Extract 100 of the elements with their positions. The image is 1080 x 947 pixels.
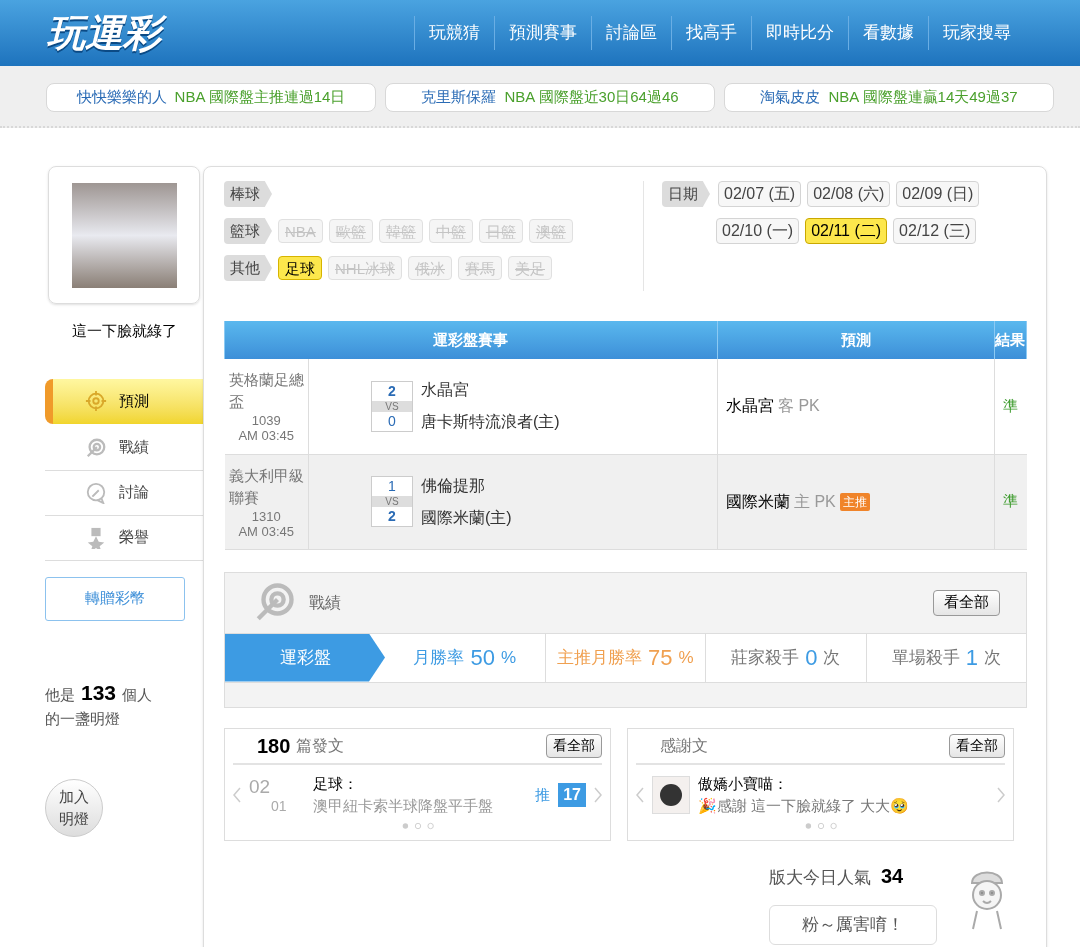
date-chip[interactable]: 02/08 (六): [807, 181, 891, 207]
post-category: 足球：: [313, 773, 359, 794]
game-time: AM 03:45: [237, 428, 296, 444]
nav-link[interactable]: 看數據: [848, 16, 928, 50]
lamp-count: 133: [81, 679, 117, 706]
versus-label: VS: [372, 400, 412, 412]
record-tab[interactable]: 運彩盤: [225, 633, 385, 682]
ticker-text: NBA 國際盤主推連過14日: [174, 87, 346, 108]
nav-link[interactable]: 玩家搜尋: [928, 16, 1025, 50]
league-name: 英格蘭足總盃: [228, 370, 304, 413]
stat-value: 1: [965, 644, 978, 672]
stat-value: 75: [647, 644, 673, 672]
pick-side: 客 PK: [777, 396, 820, 417]
chevron-left-icon[interactable]: [636, 787, 644, 803]
chevron-left-icon[interactable]: [233, 787, 241, 803]
key-pick-badge: 主推: [839, 492, 870, 511]
pick-team: 國際米蘭: [725, 491, 790, 512]
date-chip[interactable]: 02/09 (日): [896, 181, 980, 207]
stat-unit: %: [678, 646, 694, 669]
nav-link[interactable]: 即時比分: [751, 16, 848, 50]
chevron-right-icon[interactable]: [594, 787, 602, 803]
versus-label: VS: [372, 496, 412, 507]
score: 1: [387, 477, 397, 496]
result-cell: 準: [994, 454, 1027, 549]
post-day: 01: [249, 798, 305, 814]
popularity-count: 34: [881, 863, 904, 889]
stat-value: 0: [805, 644, 818, 672]
ticker-text: NBA 國際盤近30日64過46: [504, 87, 679, 108]
chevron-right-icon[interactable]: [997, 787, 1005, 803]
team-name: 佛倫提那: [421, 475, 486, 496]
filter-label: 棒球: [224, 181, 272, 207]
side-menu-item[interactable]: 預測: [45, 378, 203, 424]
gift-coins-button[interactable]: 轉贈彩幣: [45, 576, 185, 621]
ticker-card[interactable]: 快快樂樂的人 NBA 國際盤主推連過14日: [46, 83, 376, 112]
stat-unit: 次: [823, 646, 841, 669]
nav-link[interactable]: 預測賽事: [494, 16, 591, 50]
game-time: AM 03:45: [237, 523, 296, 539]
team-name: 水晶宮: [421, 380, 470, 401]
team-name: 國際米蘭(主): [421, 507, 512, 528]
date-chip[interactable]: 02/12 (三): [893, 218, 977, 244]
view-all-button[interactable]: 看全部: [949, 733, 1005, 758]
posts-label: 篇發文: [296, 735, 345, 756]
ticker-user: 快快樂樂的人: [76, 87, 167, 108]
view-all-button[interactable]: 看全部: [933, 589, 1000, 616]
score: 0: [387, 411, 397, 431]
lamp-text: 他是: [45, 684, 75, 705]
medal-star-icon: [85, 526, 107, 549]
post-title: 澳甲紐卡索半球降盤平手盤: [313, 796, 493, 816]
filter-label: 籃球: [224, 218, 272, 244]
filter-chip[interactable]: 足球: [278, 256, 322, 280]
date-chip[interactable]: 02/11 (二): [805, 218, 888, 244]
profile-name: 這一下臉就綠了: [70, 321, 178, 341]
ticker-user: 克里斯保羅: [421, 87, 497, 108]
ticker-card[interactable]: 克里斯保羅 NBA 國際盤近30日64過46: [385, 83, 715, 112]
side-menu-item[interactable]: 榮譽: [45, 515, 203, 561]
push-count: 17: [558, 783, 586, 807]
filter-label: 其他: [224, 255, 272, 281]
popularity-label: 版大今日人氣: [769, 866, 871, 889]
side-menu-item[interactable]: 戰績: [45, 425, 203, 471]
push-label: 推: [535, 784, 551, 805]
post-count: 180: [257, 733, 291, 759]
crosshair-icon: [85, 390, 107, 412]
stat-label: 月勝率: [413, 646, 465, 669]
nav-link[interactable]: 玩競猜: [414, 16, 494, 50]
thanks-user: 傲嬌小寶喵：: [698, 773, 789, 794]
league-name: 義大利甲級聯賽: [228, 465, 304, 508]
score: 2: [387, 381, 397, 401]
team-name: 唐卡斯特流浪者(主): [421, 412, 560, 433]
stat-label: 主推月勝率: [556, 646, 642, 669]
post-month: 02: [249, 776, 272, 798]
stat-label: 單場殺手: [891, 646, 960, 669]
stat-unit: %: [500, 646, 517, 669]
nav-link[interactable]: 找高手: [671, 16, 751, 50]
date-chip[interactable]: 02/10 (一): [716, 218, 800, 244]
site-logo[interactable]: 玩運彩: [45, 8, 171, 58]
ticker-card[interactable]: 淘氣皮皮 NBA 國際盤連贏14天49過37: [724, 83, 1054, 112]
pick-side: 主 PK: [793, 491, 836, 512]
pencil-bubble-icon: [85, 481, 107, 504]
thanks-text: 🎉感謝 這一下臉就綠了 大大🥹: [698, 796, 910, 816]
result-cell: 準: [994, 359, 1027, 454]
game-code: 1310: [250, 508, 282, 524]
speech-bubble: 粉～厲害唷！: [769, 904, 937, 945]
view-all-button[interactable]: 看全部: [546, 733, 602, 758]
stat-label: 莊家殺手: [731, 646, 800, 669]
nav-link[interactable]: 討論區: [591, 16, 671, 50]
pick-team: 水晶宮: [725, 396, 774, 417]
thanks-title: 感謝文: [660, 735, 708, 756]
score: 2: [387, 507, 397, 526]
lamp-text: 的一盞明燈: [45, 709, 121, 729]
filter-label: 日期: [662, 181, 710, 207]
ticker-text: NBA 國際盤連贏14天49過37: [828, 87, 1018, 108]
join-lamp-button[interactable]: 加入明燈: [45, 778, 103, 837]
avatar-placeholder: [652, 776, 690, 814]
record-title: 戰績: [309, 592, 341, 613]
date-chip[interactable]: 02/07 (五): [718, 181, 802, 207]
ticker-user: 淘氣皮皮: [760, 87, 821, 108]
stat-value: 50: [470, 644, 495, 672]
game-code: 1039: [250, 413, 282, 429]
lamp-text: 個人: [122, 684, 153, 705]
side-menu-item[interactable]: 討論: [45, 470, 203, 516]
